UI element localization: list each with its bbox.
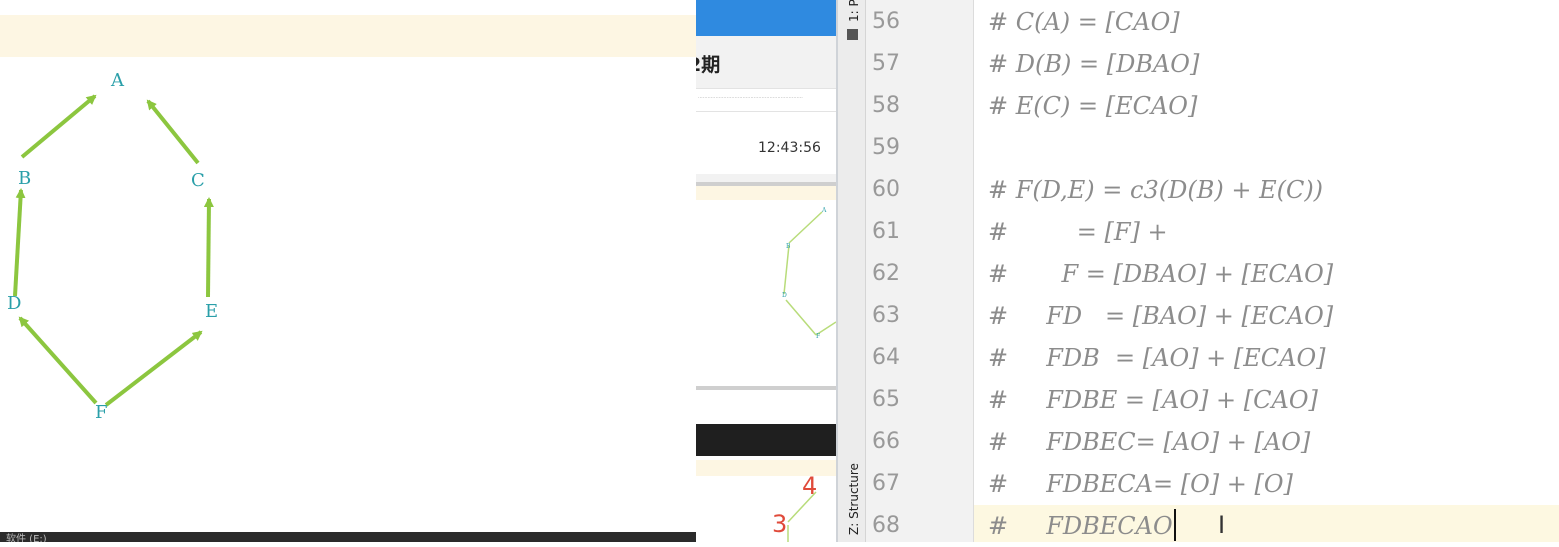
edge-b-a [20,94,97,159]
node-f-label: F [95,402,108,423]
whiteboard-canvas: A B C D E F 软件 (E:) [0,0,696,542]
text-caret [1174,509,1176,541]
line-number: 61 [872,219,900,244]
mro-graph: A B C D E F [7,70,218,423]
code-line[interactable]: # D(B) = [DBAO] [988,43,1199,85]
svg-text:A: A [821,207,827,214]
ibeam-cursor-icon: I [1218,511,1226,539]
edge-f-d [18,316,98,405]
edge-f-e [104,330,203,407]
thumbnail-graph: A B D F 4 3 [772,207,836,542]
code-line[interactable]: # F = [DBAO] + [ECAO] [988,253,1333,295]
node-a-label: A [110,70,125,91]
code-line[interactable]: # FD = [BAO] + [ECAO] [988,295,1333,337]
line-number: 57 [872,51,900,76]
line-number: 66 [872,429,900,454]
line-number-gutter: 56 57 58 59 60 61 62 63 64 65 66 67 68 [866,0,974,542]
line-number: 65 [872,387,900,412]
line-number: 58 [872,93,900,118]
annotation-4: 4 [802,472,817,500]
node-b-label: B [18,168,31,189]
tool-window-project[interactable]: 1: P [847,0,861,22]
svg-text:B: B [786,243,791,250]
taskbar [0,532,696,542]
edge-e-c [203,197,214,298]
code-line[interactable]: # = [F] + [988,211,1168,253]
node-e-label: E [205,301,218,322]
code-line[interactable]: # F(D,E) = c3(D(B) + E(C)) [988,169,1323,211]
line-number: 64 [872,345,900,370]
line-number: 68 [872,513,900,538]
folder-icon[interactable] [847,29,858,40]
taskbar-drive-label[interactable]: 软件 (E:) [6,530,47,542]
browser-panel: 2期 ·····································… [696,0,836,542]
line-number: 56 [872,9,900,34]
edge-d-b [13,188,26,297]
tool-window-structure[interactable]: Z: Structure [847,463,861,535]
line-number: 60 [872,177,900,202]
line-number: 62 [872,261,900,286]
code-line[interactable]: # E(C) = [ECAO] [988,85,1197,127]
code-editor[interactable]: # C(A) = [CAO] # D(B) = [DBAO] # E(C) = … [974,0,1559,542]
svg-text:D: D [782,292,787,299]
annotation-3: 3 [772,510,787,538]
svg-text:F: F [816,333,820,340]
line-number: 63 [872,303,900,328]
code-line-current[interactable]: # FDBECAO [988,505,1173,542]
node-d-label: D [7,293,21,314]
code-line[interactable]: # FDBEC= [AO] + [AO] [988,421,1310,463]
code-line[interactable]: # FDBE = [AO] + [CAO] [988,379,1318,421]
edge-c-a [146,99,200,165]
code-line[interactable]: # FDBECA= [O] + [O] [988,463,1293,505]
line-number: 59 [872,135,900,160]
code-line[interactable]: # FDB = [AO] + [ECAO] [988,337,1326,379]
code-line[interactable]: # C(A) = [CAO] [988,1,1180,43]
line-number: 67 [872,471,900,496]
node-c-label: C [191,170,205,191]
tool-window-strip: 1: P Z: Structure [836,0,866,542]
